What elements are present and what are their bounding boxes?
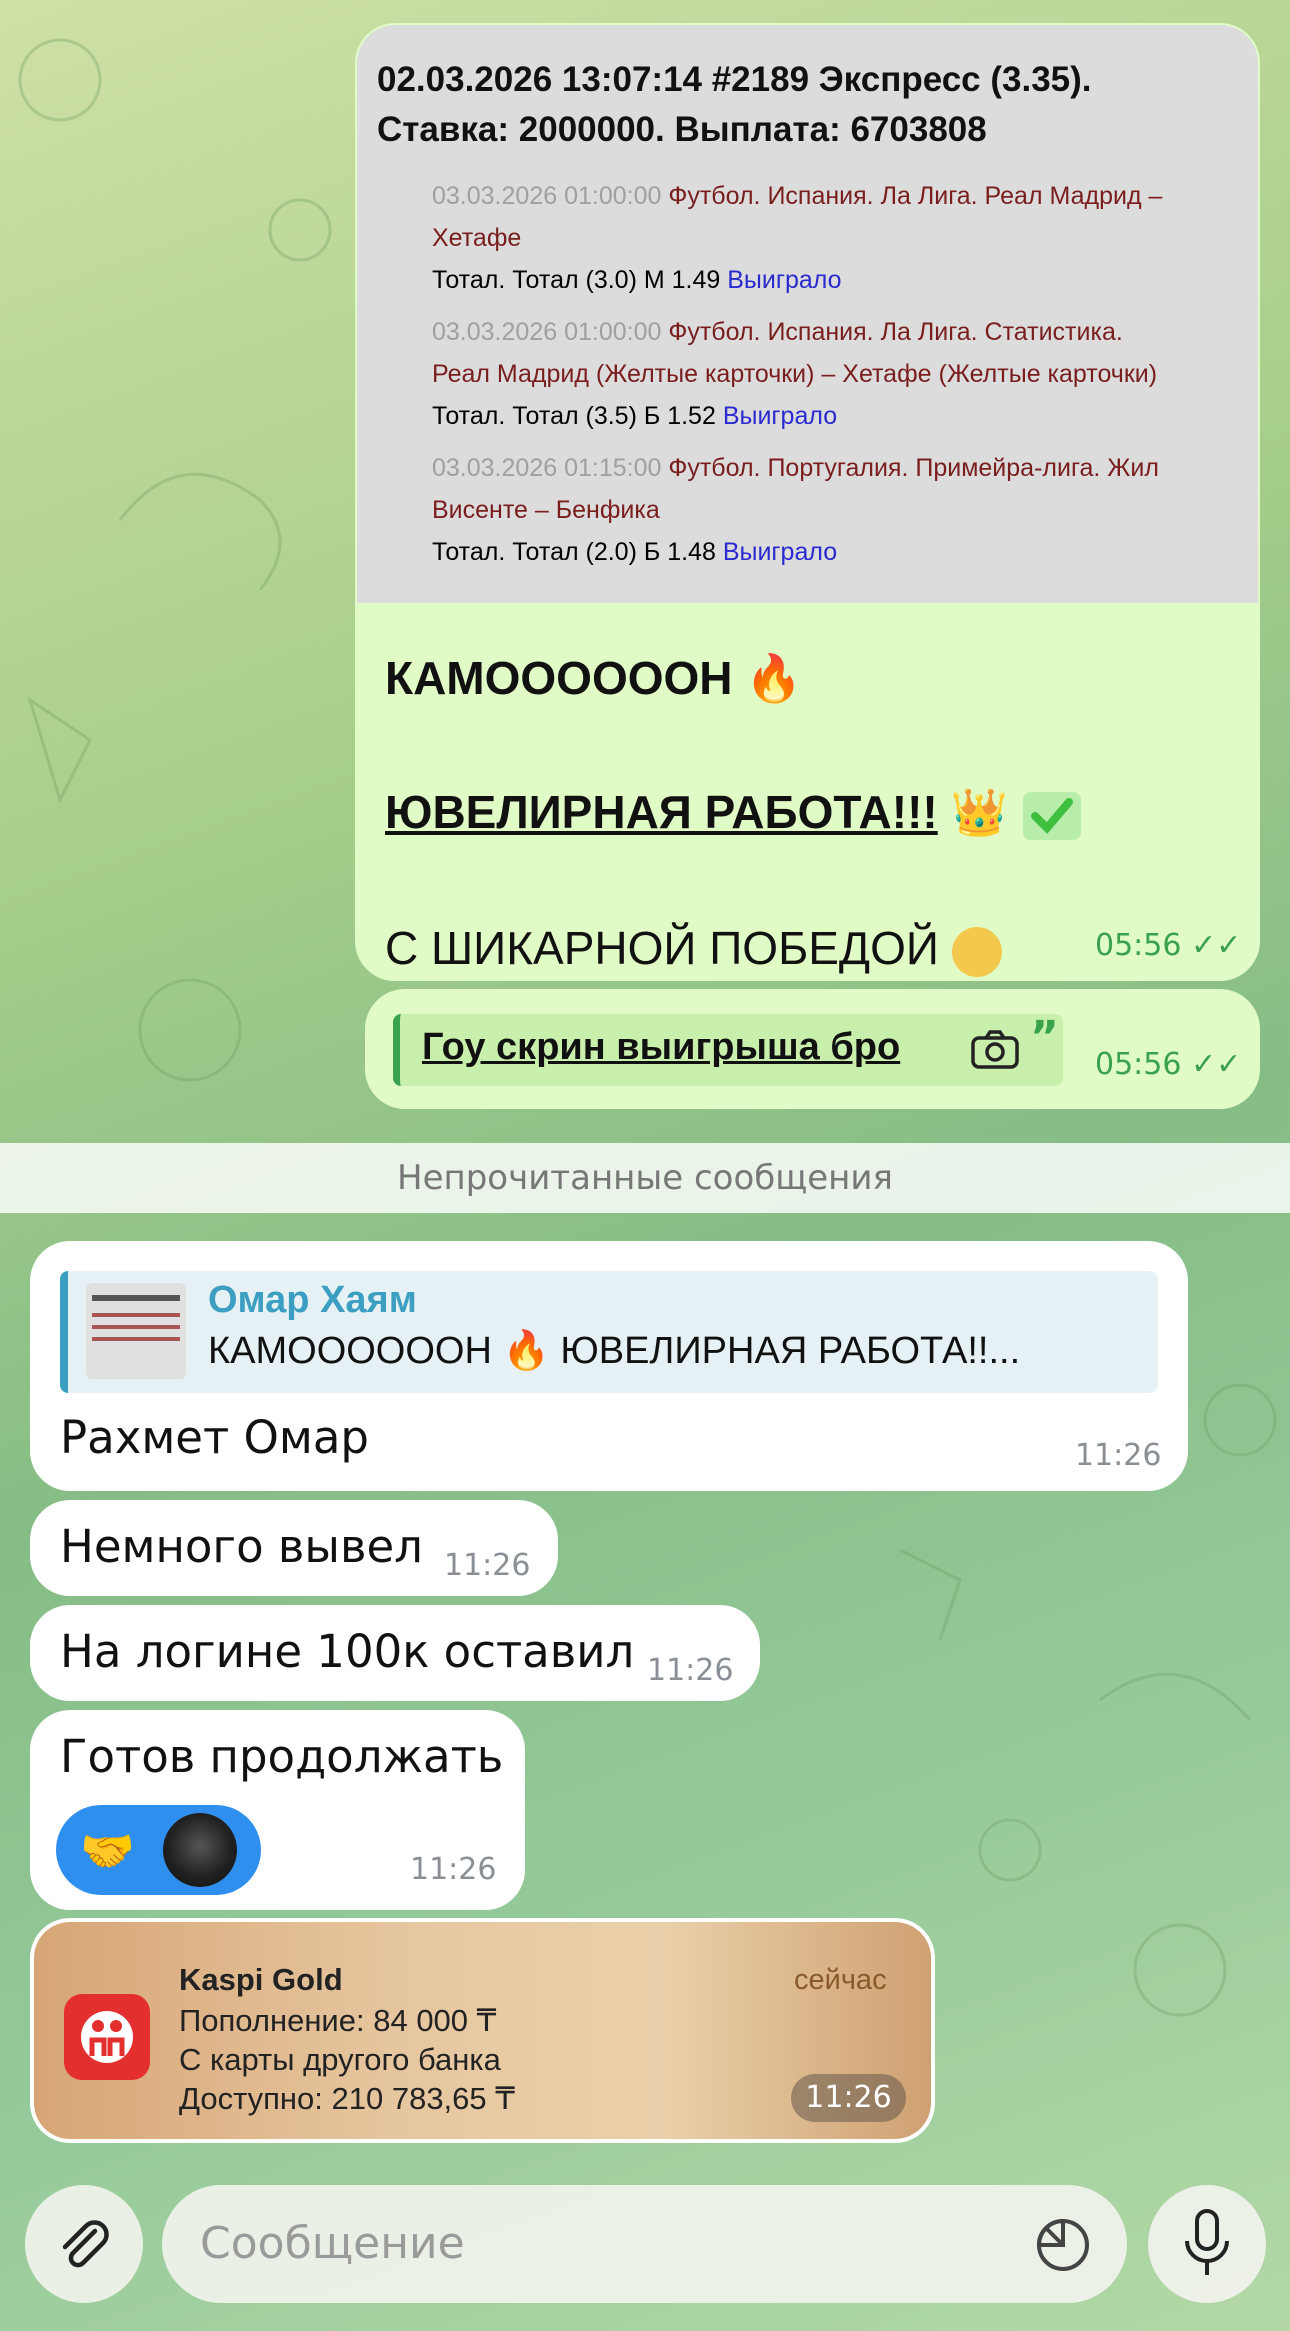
camera-icon — [970, 1028, 1020, 1074]
status-won: Выиграло — [722, 402, 838, 430]
double-check-icon: ✓✓ — [1191, 1047, 1242, 1082]
microphone-icon — [1183, 2209, 1231, 2283]
image-time-badge: 11:26 — [791, 2074, 906, 2122]
unread-divider: Непрочитанные сообщения — [0, 1143, 1290, 1213]
image-content: Kaspi Gold сейчас Пополнение: 84 000 ₸ С… — [34, 1922, 931, 2139]
bet-header: 02.03.2026 13:07:14 #2189 Экспресс (3.35… — [377, 60, 1092, 149]
status-won: Выиграло — [727, 266, 842, 294]
image-message[interactable]: Kaspi Gold сейчас Пополнение: 84 000 ₸ С… — [30, 1918, 935, 2143]
status-won: Выиграло — [722, 538, 838, 566]
double-check-icon: ✓✓ — [1191, 928, 1242, 963]
quote-message-bubble[interactable]: Гоу скрин выигрыша бро ” 05:56 ✓✓ — [365, 989, 1260, 1109]
quote-block: Гоу скрин выигрыша бро ” — [393, 1012, 1063, 1086]
sticker-icon[interactable] — [1034, 2216, 1092, 2278]
pointing-emoji-icon — [951, 926, 1002, 977]
reply-message-bubble[interactable]: Омар Хаям КАМООООООН 🔥 ЮВЕЛИРНАЯ РАБОТА!… — [30, 1241, 1188, 1491]
message-bubble[interactable]: На логине 100к оставил 11:26 — [30, 1605, 760, 1701]
quote-icon: ” — [1030, 1012, 1059, 1063]
message-time: 05:56 ✓✓ — [1095, 1047, 1242, 1082]
voice-button[interactable] — [1148, 2185, 1266, 2303]
reaction-pill[interactable]: 🤝 — [56, 1805, 261, 1895]
avatar — [163, 1813, 237, 1887]
message-input[interactable]: Сообщение — [162, 2185, 1127, 2303]
message-bubble[interactable]: Готов продолжать 🤝 11:26 — [30, 1710, 525, 1910]
message-line-2: ЮВЕЛИРНАЯ РАБОТА!!! 👑 — [385, 785, 1083, 842]
check-mark-icon — [1021, 790, 1083, 842]
crown-emoji: 👑 — [950, 786, 1008, 838]
composer-bar: Сообщение — [0, 2170, 1290, 2331]
message-line-3: С ШИКАРНОЙ ПОБЕДОЙ — [385, 921, 1002, 977]
reply-thumbnail — [86, 1283, 186, 1379]
message-time: 05:56 ✓✓ — [1095, 928, 1242, 963]
attach-button[interactable] — [25, 2185, 143, 2303]
kaspi-icon — [64, 1994, 150, 2080]
bet-event-1: 03.03.2026 01:00:00 Футбол. Испания. Ла … — [432, 182, 1163, 294]
message-bubble[interactable]: Немного вывел 11:26 — [30, 1500, 558, 1596]
message-line-1: КАМООООООН 🔥 — [385, 652, 803, 704]
bet-event-2: 03.03.2026 01:00:00 Футбол. Испания. Ла … — [432, 318, 1158, 430]
bet-card: 02.03.2026 13:07:14 #2189 Экспресс (3.35… — [357, 25, 1258, 603]
bet-message-bubble[interactable]: 02.03.2026 13:07:14 #2189 Экспресс (3.35… — [355, 23, 1260, 981]
paperclip-icon — [55, 2215, 113, 2277]
bet-event-3: 03.03.2026 01:15:00 Футбол. Португалия. … — [432, 454, 1159, 566]
handshake-emoji: 🤝 — [80, 1826, 135, 1877]
reply-quote[interactable]: Омар Хаям КАМООООООН 🔥 ЮВЕЛИРНАЯ РАБОТА!… — [60, 1271, 1158, 1393]
